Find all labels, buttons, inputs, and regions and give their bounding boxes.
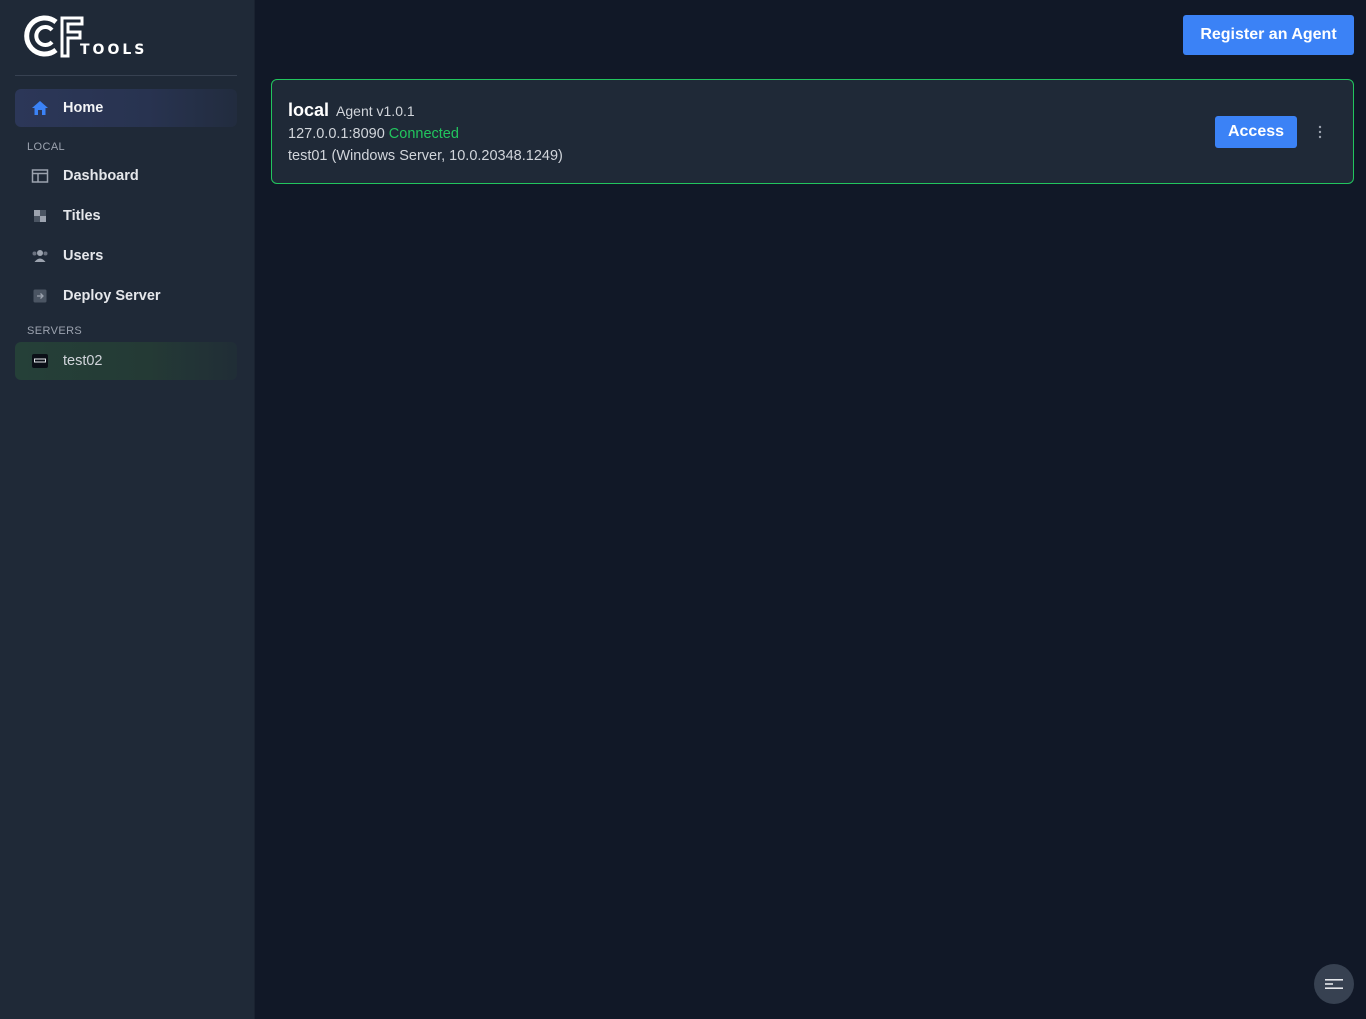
sidebar-item-users[interactable]: Users — [15, 237, 237, 275]
sidebar-item-server-test02[interactable]: test02 — [15, 342, 237, 380]
register-agent-button[interactable]: Register an Agent — [1183, 15, 1354, 55]
agent-card: local Agent v1.0.1 127.0.0.1:8090 Connec… — [271, 79, 1354, 184]
sidebar-item-label: test02 — [63, 353, 103, 369]
sidebar: TOOLS Home LOCAL Dashboard Titles Users … — [0, 0, 255, 1019]
sidebar-item-dashboard[interactable]: Dashboard — [15, 157, 237, 195]
titles-icon — [31, 207, 49, 225]
users-icon — [31, 247, 49, 265]
agent-title: local Agent v1.0.1 — [288, 100, 415, 121]
sidebar-item-label: Home — [63, 100, 104, 116]
sidebar-item-label: Titles — [63, 208, 101, 224]
agent-address-line: 127.0.0.1:8090 Connected — [288, 126, 459, 142]
access-button[interactable]: Access — [1215, 116, 1297, 148]
deploy-server-icon — [31, 287, 49, 305]
sidebar-divider — [15, 75, 237, 76]
sidebar-item-label: Dashboard — [63, 168, 139, 184]
home-icon — [31, 99, 49, 117]
more-vertical-icon[interactable] — [1312, 120, 1328, 144]
sidebar-item-label: Users — [63, 248, 104, 264]
sidebar-item-label: Deploy Server — [63, 288, 161, 304]
server-game-icon — [31, 352, 49, 370]
sidebar-item-deploy-server[interactable]: Deploy Server — [15, 277, 237, 315]
dashboard-icon — [31, 167, 49, 185]
cftools-logo[interactable]: TOOLS — [22, 14, 152, 60]
agent-version: Agent v1.0.1 — [336, 103, 415, 119]
agent-host: test01 (Windows Server, 10.0.20348.1249) — [288, 148, 563, 164]
main-content: Register an Agent local Agent v1.0.1 127… — [255, 0, 1366, 1019]
logo-text: TOOLS — [80, 42, 148, 58]
section-label-local: LOCAL — [27, 141, 66, 153]
sidebar-item-home[interactable]: Home — [15, 89, 237, 127]
agent-status: Connected — [388, 126, 459, 142]
cftools-logo-mark — [24, 15, 84, 58]
agent-address: 127.0.0.1:8090 — [288, 126, 385, 142]
menu-lines-icon[interactable] — [1314, 964, 1354, 1004]
section-label-servers: SERVERS — [27, 325, 83, 337]
agent-name: local — [288, 100, 330, 120]
sidebar-item-titles[interactable]: Titles — [15, 197, 237, 235]
